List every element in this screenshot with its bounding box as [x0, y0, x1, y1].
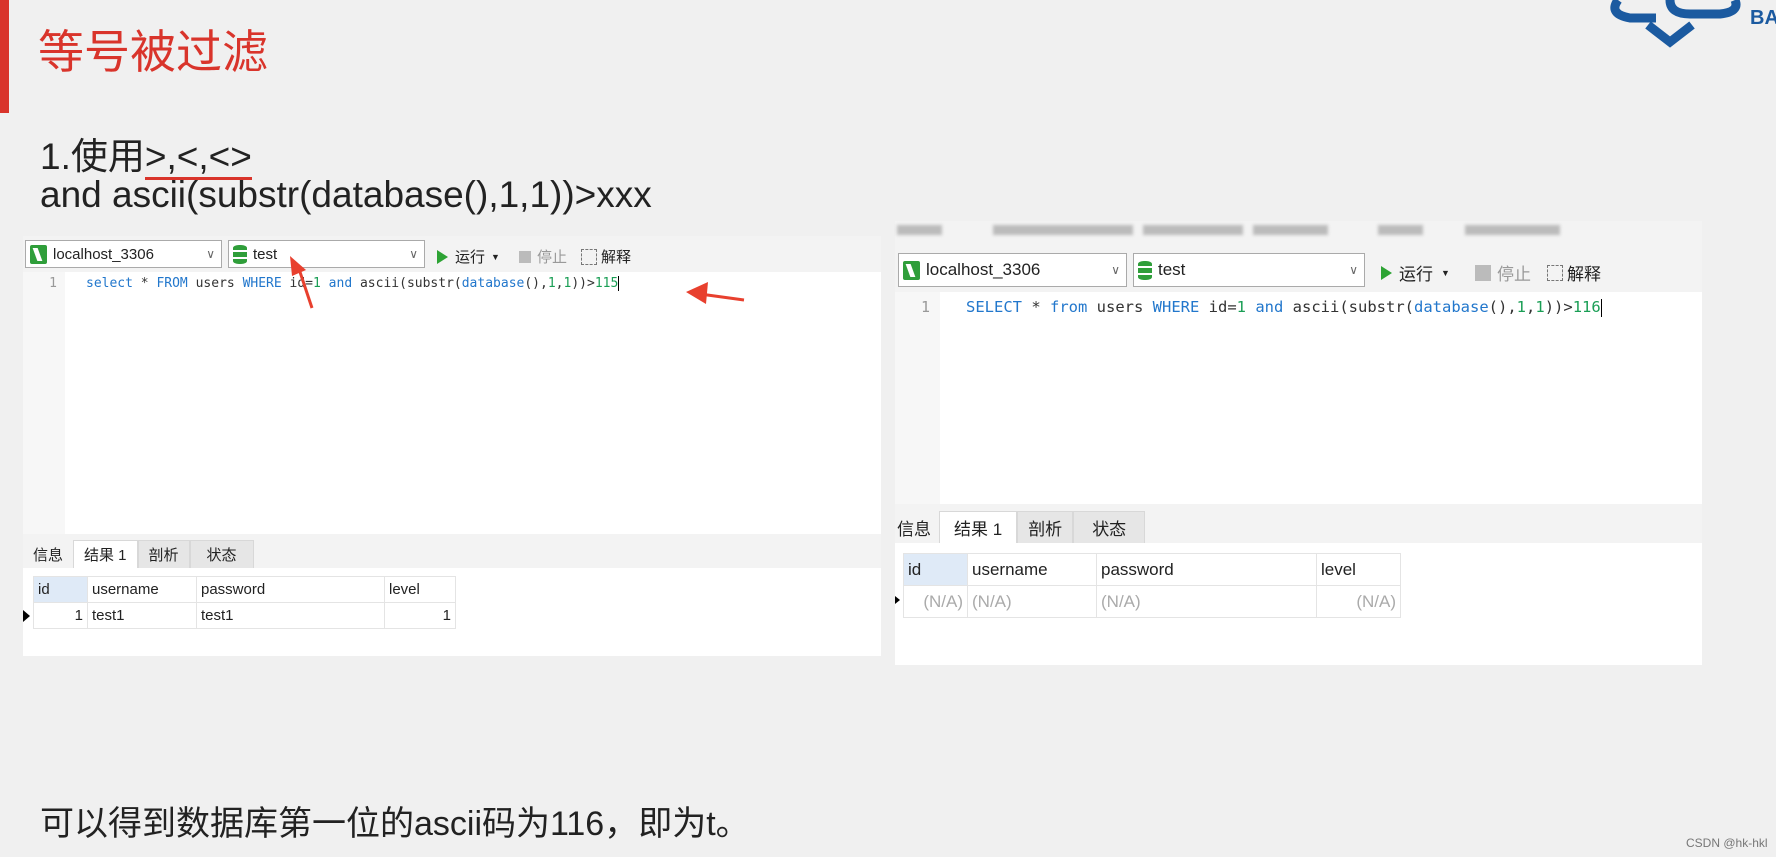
arrow-icon [290, 256, 314, 309]
watermark-credit: CSDN @hk-hkl [1686, 836, 1768, 850]
arrow-icon [686, 282, 745, 304]
annotation-arrows [290, 256, 745, 309]
conclusion-text: 可以得到数据库第一位的ascii码为116，即为t。 [40, 805, 750, 843]
